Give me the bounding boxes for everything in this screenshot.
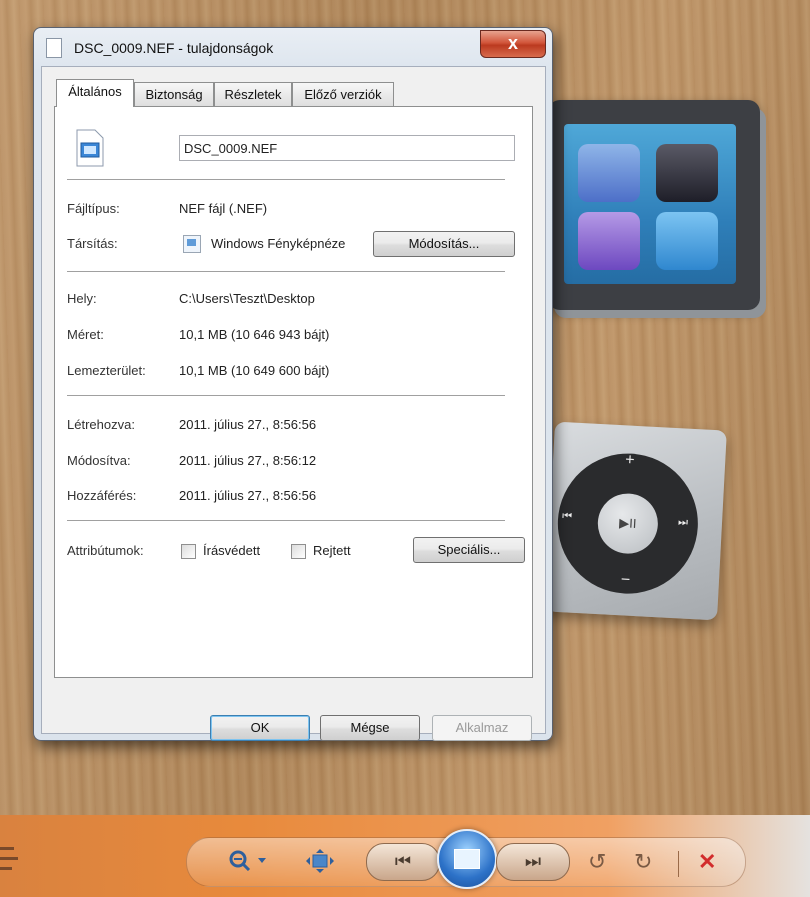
ipod-nano-photo <box>548 100 760 310</box>
image-file-icon <box>75 129 105 167</box>
next-button[interactable]: ⏭ <box>496 843 570 881</box>
attributes-label: Attribútumok: <box>67 543 144 558</box>
window-title: DSC_0009.NEF - tulajdonságok <box>74 40 274 56</box>
location-value: C:\Users\Teszt\Desktop <box>179 291 315 306</box>
size-on-disk-value: 10,1 MB (10 649 600 bájt) <box>179 363 330 378</box>
accessed-value: 2011. július 27., 8:56:56 <box>179 488 317 503</box>
ok-button[interactable]: OK <box>210 715 310 741</box>
play-pause-icon: ▶II <box>596 492 660 556</box>
magnifier-icon[interactable] <box>228 849 268 877</box>
nef-file-icon <box>46 38 62 58</box>
apply-button[interactable]: Alkalmaz <box>432 715 532 741</box>
modified-label: Módosítva: <box>67 453 131 468</box>
grip-icon <box>0 841 22 877</box>
minus-icon: − <box>620 571 631 589</box>
slideshow-button[interactable] <box>437 829 497 889</box>
rotate-left-icon[interactable]: ↺ <box>588 849 606 875</box>
accessed-label: Hozzáférés: <box>67 488 137 503</box>
location-label: Hely: <box>67 291 97 306</box>
ipod-shuffle-photo: ▶II + − ⏮ ⏭ <box>545 421 727 621</box>
cancel-button[interactable]: Mégse <box>320 715 420 741</box>
photo-viewer-toolbar: ⏮ ⏭ ↺ ↻ ✕ <box>0 815 810 897</box>
photo-viewer-icon <box>183 235 201 253</box>
close-button[interactable]: x <box>480 30 546 58</box>
size-on-disk-label: Lemezterület: <box>67 363 146 378</box>
separator <box>67 179 505 181</box>
file-name-input[interactable] <box>179 135 515 161</box>
tab-previous-versions[interactable]: Előző verziók <box>292 82 394 106</box>
previous-icon: ⏮ <box>394 851 412 871</box>
created-value: 2011. július 27., 8:56:56 <box>179 417 317 432</box>
rotate-right-icon[interactable]: ↻ <box>634 849 652 875</box>
slideshow-icon <box>454 849 480 869</box>
advanced-button[interactable]: Speciális... <box>413 537 525 563</box>
modified-value: 2011. július 27., 8:56:12 <box>179 453 317 468</box>
separator <box>67 520 505 522</box>
file-type-value: NEF fájl (.NEF) <box>179 201 268 216</box>
file-type-label: Fájltípus: <box>67 201 120 216</box>
dialog-client-area: Általános Biztonság Részletek Előző verz… <box>41 66 546 741</box>
separator <box>67 271 505 273</box>
properties-dialog: DSC_0009.NEF - tulajdonságok x Általános… <box>33 27 553 741</box>
hidden-label: Rejtett <box>313 543 351 558</box>
ipod-app-tile <box>578 144 640 202</box>
general-tab-panel: Fájltípus: NEF fájl (.NEF) Társítás: Win… <box>54 106 533 678</box>
hidden-checkbox[interactable] <box>291 544 306 559</box>
forward-icon: ⏭ <box>677 516 689 529</box>
tab-security[interactable]: Biztonság <box>134 82 214 106</box>
change-button[interactable]: Módosítás... <box>373 231 515 257</box>
next-icon: ⏭ <box>524 851 542 871</box>
readonly-checkbox[interactable] <box>181 544 196 559</box>
readonly-label: Írásvédett <box>203 543 261 558</box>
plus-icon: + <box>624 451 635 469</box>
fit-window-icon[interactable] <box>306 849 334 879</box>
separator <box>67 395 505 397</box>
toolbar-divider <box>678 851 679 877</box>
delete-icon[interactable]: ✕ <box>698 849 716 875</box>
click-wheel: ▶II + − ⏮ ⏭ <box>554 450 702 598</box>
tab-general[interactable]: Általános <box>56 79 134 107</box>
ipod-app-tile <box>578 212 640 270</box>
previous-button[interactable]: ⏮ <box>366 843 440 881</box>
ipod-nano-screen <box>564 124 736 284</box>
ipod-app-tile <box>656 212 718 270</box>
size-value: 10,1 MB (10 646 943 bájt) <box>179 327 330 342</box>
ipod-app-tile <box>656 144 718 202</box>
tab-details[interactable]: Részletek <box>214 82 292 106</box>
rewind-icon: ⏮ <box>561 510 573 523</box>
created-label: Létrehozva: <box>67 417 135 432</box>
size-label: Méret: <box>67 327 104 342</box>
opens-with-label: Társítás: <box>67 236 118 251</box>
opens-with-value: Windows Fényképnéze <box>211 236 346 251</box>
